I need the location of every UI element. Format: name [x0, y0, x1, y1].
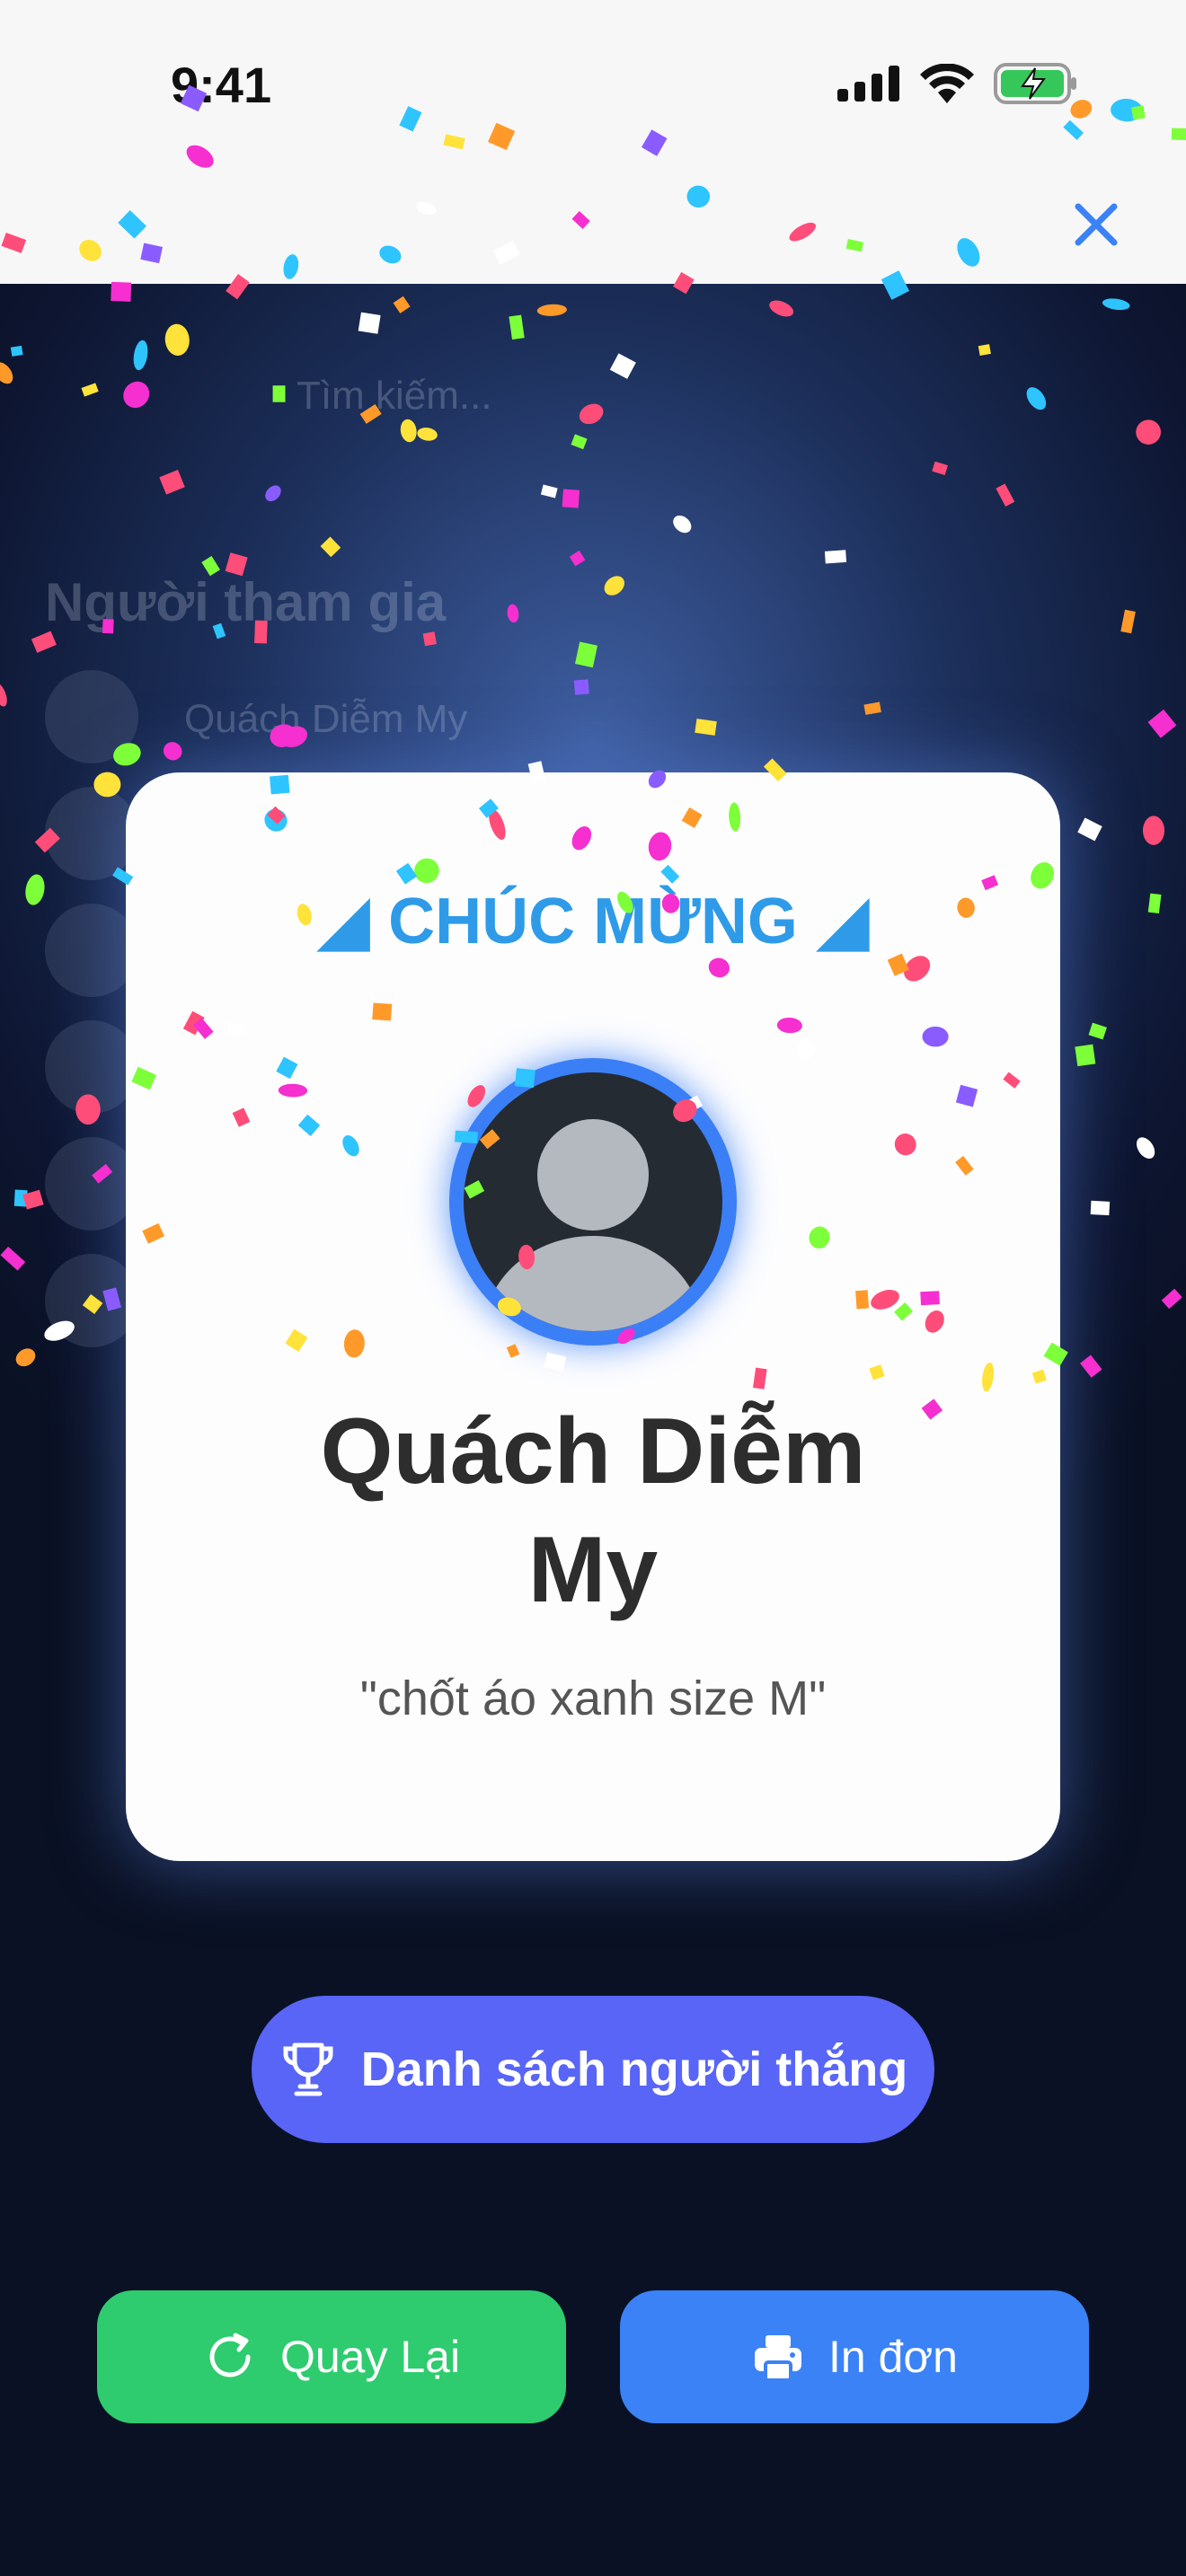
participant-name: Quách Diễm My [184, 697, 468, 741]
winner-avatar [449, 1058, 737, 1345]
winner-name-line: My [527, 1518, 659, 1622]
avatar [45, 904, 138, 997]
avatar [45, 1254, 138, 1347]
party-popper-icon: ◢ [316, 879, 371, 958]
winner-comment: "chốt áo xanh size M" [359, 1672, 827, 1725]
print-order-label: In đơn [828, 2332, 958, 2382]
replay-button[interactable]: Quay Lại [97, 2290, 566, 2423]
winners-list-label: Danh sách người thắng [360, 2042, 908, 2096]
status-icons [837, 63, 1078, 104]
avatar [45, 1137, 138, 1231]
status-bar: 9:41 [0, 0, 1186, 284]
avatar [45, 1020, 138, 1114]
printer-icon [755, 2335, 801, 2382]
background-search: Tìm kiếm... [296, 374, 492, 418]
party-popper-icon: ◢ [815, 879, 870, 958]
wifi-icon [920, 64, 974, 103]
winner-card: ◢ CHÚC MỪNG ◢ Quách Diễm My "chốt áo xan… [126, 772, 1060, 1861]
background-heading: Người tham gia [45, 572, 447, 632]
winner-name: Quách Diễm My [180, 1392, 1006, 1629]
winners-list-button[interactable]: Danh sách người thắng [252, 1996, 934, 2143]
avatar [45, 787, 138, 880]
winner-name-line: Quách Diễm [320, 1399, 866, 1504]
congrats-heading: ◢ CHÚC MỪNG ◢ [126, 878, 1060, 960]
replay-label: Quay Lại [279, 2332, 461, 2382]
avatar [45, 670, 138, 763]
close-icon[interactable] [1069, 198, 1123, 251]
status-time: 9:41 [171, 57, 272, 113]
signal-icon [837, 66, 899, 101]
battery-charging-icon [994, 63, 1076, 104]
user-avatar-icon [464, 1072, 722, 1331]
print-order-button[interactable]: In đơn [620, 2290, 1089, 2423]
refresh-icon [209, 2333, 251, 2378]
trophy-icon [283, 2042, 333, 2096]
congrats-title: CHÚC MỪNG [388, 886, 798, 957]
list-item: Quách Diễm My [45, 670, 1033, 769]
